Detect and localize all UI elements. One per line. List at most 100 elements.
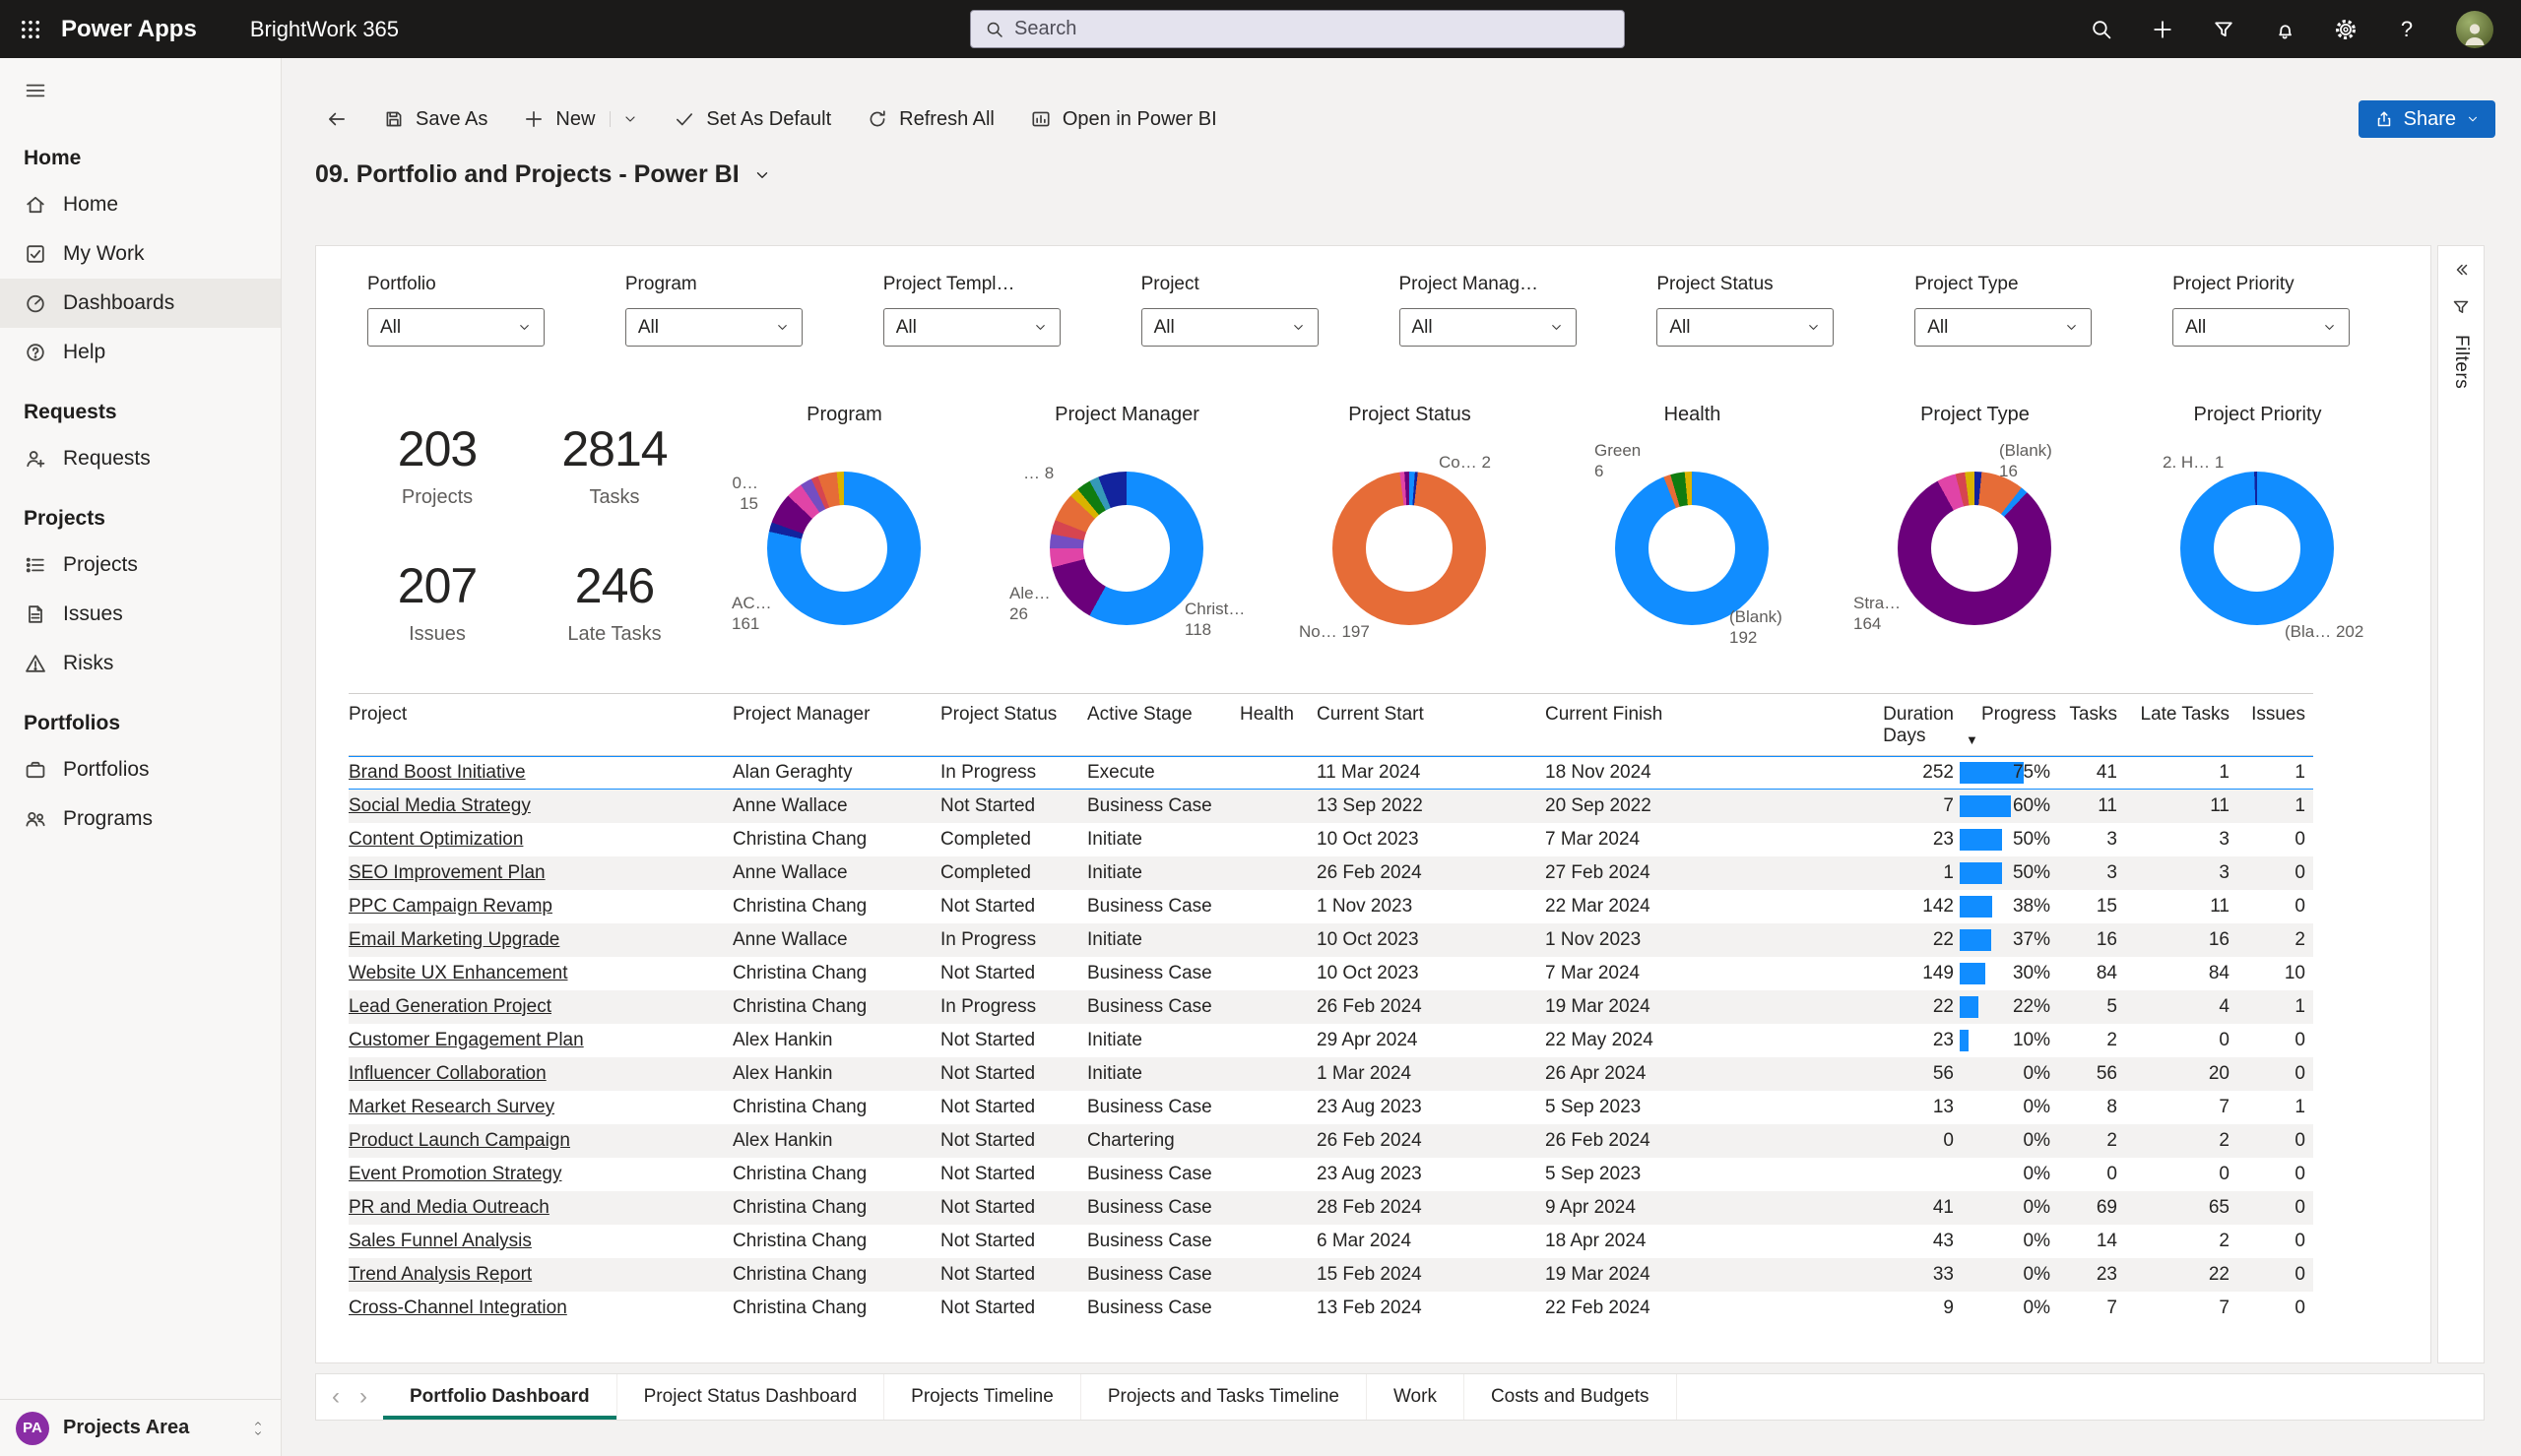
donut-ring[interactable] bbox=[767, 472, 921, 625]
cell-project[interactable]: Email Marketing Upgrade bbox=[349, 929, 733, 951]
search-icon[interactable] bbox=[2090, 18, 2113, 41]
column-header-progress[interactable]: Progress ▼ bbox=[1960, 694, 2062, 755]
table-row[interactable]: Cross-Channel Integration Christina Chang… bbox=[349, 1292, 2313, 1325]
column-header-active-stage[interactable]: Active Stage bbox=[1087, 694, 1240, 755]
cell-project[interactable]: PPC Campaign Revamp bbox=[349, 896, 733, 918]
share-button[interactable]: Share bbox=[2358, 100, 2495, 138]
app-launcher-waffle-icon[interactable] bbox=[0, 0, 61, 58]
project-link[interactable]: Brand Boost Initiative bbox=[349, 762, 526, 783]
table-row[interactable]: PPC Campaign Revamp Christina Chang Not St… bbox=[349, 890, 2313, 923]
cell-project[interactable]: Trend Analysis Report bbox=[349, 1264, 733, 1286]
slicer-dropdown[interactable]: All bbox=[367, 308, 545, 347]
cell-project[interactable]: Lead Generation Project bbox=[349, 996, 733, 1018]
column-header-tasks[interactable]: Tasks bbox=[2062, 694, 2123, 755]
table-row[interactable]: Content Optimization Christina Chang Compl… bbox=[349, 823, 2313, 856]
project-link[interactable]: Cross-Channel Integration bbox=[349, 1298, 567, 1318]
column-header-late-tasks[interactable]: Late Tasks bbox=[2123, 694, 2235, 755]
cell-project[interactable]: Social Media Strategy bbox=[349, 795, 733, 817]
project-link[interactable]: Event Promotion Strategy bbox=[349, 1164, 562, 1184]
table-row[interactable]: Customer Engagement Plan Alex Hankin Not S… bbox=[349, 1024, 2313, 1057]
help-question-icon[interactable]: ? bbox=[2395, 17, 2419, 41]
project-link[interactable]: Sales Funnel Analysis bbox=[349, 1231, 532, 1251]
expand-filters-chevrons-icon[interactable] bbox=[2451, 260, 2471, 280]
table-row[interactable]: Social Media Strategy Anne Wallace Not Sta… bbox=[349, 790, 2313, 823]
project-link[interactable]: SEO Improvement Plan bbox=[349, 862, 546, 883]
project-link[interactable]: Lead Generation Project bbox=[349, 996, 551, 1017]
project-link[interactable]: Influencer Collaboration bbox=[349, 1063, 547, 1084]
slicer-dropdown[interactable]: All bbox=[882, 308, 1061, 347]
project-link[interactable]: PR and Media Outreach bbox=[349, 1197, 549, 1218]
cell-project[interactable]: Market Research Survey bbox=[349, 1097, 733, 1118]
project-link[interactable]: Email Marketing Upgrade bbox=[349, 929, 559, 950]
table-row[interactable]: Website UX Enhancement Christina Chang Not… bbox=[349, 957, 2313, 990]
column-header-project-manager[interactable]: Project Manager bbox=[733, 694, 940, 755]
cell-project[interactable]: Event Promotion Strategy bbox=[349, 1164, 733, 1185]
slicer-dropdown[interactable]: All bbox=[1656, 308, 1835, 347]
table-row[interactable]: Sales Funnel Analysis Christina Chang Not … bbox=[349, 1225, 2313, 1258]
project-link[interactable]: Product Launch Campaign bbox=[349, 1130, 570, 1151]
sidebar-item-risks[interactable]: Risks bbox=[0, 639, 281, 688]
slicer-dropdown[interactable]: All bbox=[624, 308, 803, 347]
column-header-issues[interactable]: Issues bbox=[2235, 694, 2311, 755]
cell-project[interactable]: PR and Media Outreach bbox=[349, 1197, 733, 1219]
slicer-dropdown[interactable]: All bbox=[1398, 308, 1577, 347]
donut-ring[interactable] bbox=[1898, 472, 2051, 625]
project-link[interactable]: Trend Analysis Report bbox=[349, 1264, 532, 1285]
table-row[interactable]: Product Launch Campaign Alex Hankin Not St… bbox=[349, 1124, 2313, 1158]
table-row[interactable]: Trend Analysis Report Christina Chang Not … bbox=[349, 1258, 2313, 1292]
project-link[interactable]: Content Optimization bbox=[349, 829, 523, 850]
search-input[interactable] bbox=[1014, 18, 1610, 40]
filters-funnel-icon[interactable] bbox=[2451, 297, 2471, 317]
cell-project[interactable]: Product Launch Campaign bbox=[349, 1130, 733, 1152]
report-tab-portfolio-dashboard[interactable]: Portfolio Dashboard bbox=[383, 1374, 617, 1420]
sidebar-item-help[interactable]: Help bbox=[0, 328, 281, 377]
sidebar-item-programs[interactable]: Programs bbox=[0, 794, 281, 844]
cell-project[interactable]: Website UX Enhancement bbox=[349, 963, 733, 984]
table-row[interactable]: PR and Media Outreach Christina Chang Not … bbox=[349, 1191, 2313, 1225]
donut-ring[interactable] bbox=[1050, 472, 1203, 625]
dashboard-selector-chevron-icon[interactable] bbox=[753, 166, 771, 184]
cell-project[interactable]: Influencer Collaboration bbox=[349, 1063, 733, 1085]
project-link[interactable]: Website UX Enhancement bbox=[349, 963, 568, 983]
project-link[interactable]: PPC Campaign Revamp bbox=[349, 896, 552, 917]
table-row[interactable]: SEO Improvement Plan Anne Wallace Complete… bbox=[349, 856, 2313, 890]
global-search-box[interactable] bbox=[970, 10, 1625, 48]
slicer-dropdown[interactable]: All bbox=[2172, 308, 2351, 347]
cell-project[interactable]: SEO Improvement Plan bbox=[349, 862, 733, 884]
donut-ring[interactable] bbox=[2180, 472, 2334, 625]
cell-project[interactable]: Brand Boost Initiative bbox=[349, 762, 733, 784]
report-tab-projects-and-tasks-timeline[interactable]: Projects and Tasks Timeline bbox=[1081, 1374, 1367, 1420]
report-tab-project-status-dashboard[interactable]: Project Status Dashboard bbox=[617, 1374, 885, 1420]
notifications-bell-icon[interactable] bbox=[2273, 18, 2296, 41]
column-header-duration-days[interactable]: Duration Days bbox=[1858, 694, 1960, 755]
new-button[interactable]: New bbox=[508, 97, 653, 141]
settings-gear-icon[interactable] bbox=[2334, 18, 2358, 41]
sidebar-item-issues[interactable]: Issues bbox=[0, 590, 281, 639]
table-row[interactable]: Brand Boost Initiative Alan Geraghty In Pr… bbox=[349, 756, 2313, 790]
open-in-power-bi-button[interactable]: Open in Power BI bbox=[1015, 97, 1232, 141]
user-avatar[interactable] bbox=[2456, 10, 2493, 48]
table-row[interactable]: Market Research Survey Christina Chang Not… bbox=[349, 1091, 2313, 1124]
cell-project[interactable]: Cross-Channel Integration bbox=[349, 1298, 733, 1319]
column-header-project[interactable]: Project bbox=[349, 694, 733, 755]
sidebar-item-projects[interactable]: Projects bbox=[0, 540, 281, 590]
report-tab-costs-and-budgets[interactable]: Costs and Budgets bbox=[1464, 1374, 1677, 1420]
table-row[interactable]: Lead Generation Project Christina Chang In… bbox=[349, 990, 2313, 1024]
sidebar-item-my-work[interactable]: My Work bbox=[0, 229, 281, 279]
save-as-button[interactable]: Save As bbox=[368, 97, 502, 141]
donut-ring[interactable] bbox=[1332, 472, 1486, 625]
back-button[interactable] bbox=[311, 97, 362, 141]
cell-project[interactable]: Sales Funnel Analysis bbox=[349, 1231, 733, 1252]
sidebar-item-home[interactable]: Home bbox=[0, 180, 281, 229]
slicer-dropdown[interactable]: All bbox=[1140, 308, 1319, 347]
table-row[interactable]: Email Marketing Upgrade Anne Wallace In Pr… bbox=[349, 923, 2313, 957]
refresh-all-button[interactable]: Refresh All bbox=[852, 97, 1009, 141]
quick-create-icon[interactable] bbox=[2151, 18, 2174, 41]
project-link[interactable]: Market Research Survey bbox=[349, 1097, 554, 1117]
filter-icon[interactable] bbox=[2212, 18, 2235, 41]
sidebar-collapse-button[interactable] bbox=[0, 58, 281, 123]
slicer-dropdown[interactable]: All bbox=[1914, 308, 2093, 347]
project-link[interactable]: Customer Engagement Plan bbox=[349, 1030, 584, 1050]
sidebar-item-portfolios[interactable]: Portfolios bbox=[0, 745, 281, 794]
project-link[interactable]: Social Media Strategy bbox=[349, 795, 531, 816]
